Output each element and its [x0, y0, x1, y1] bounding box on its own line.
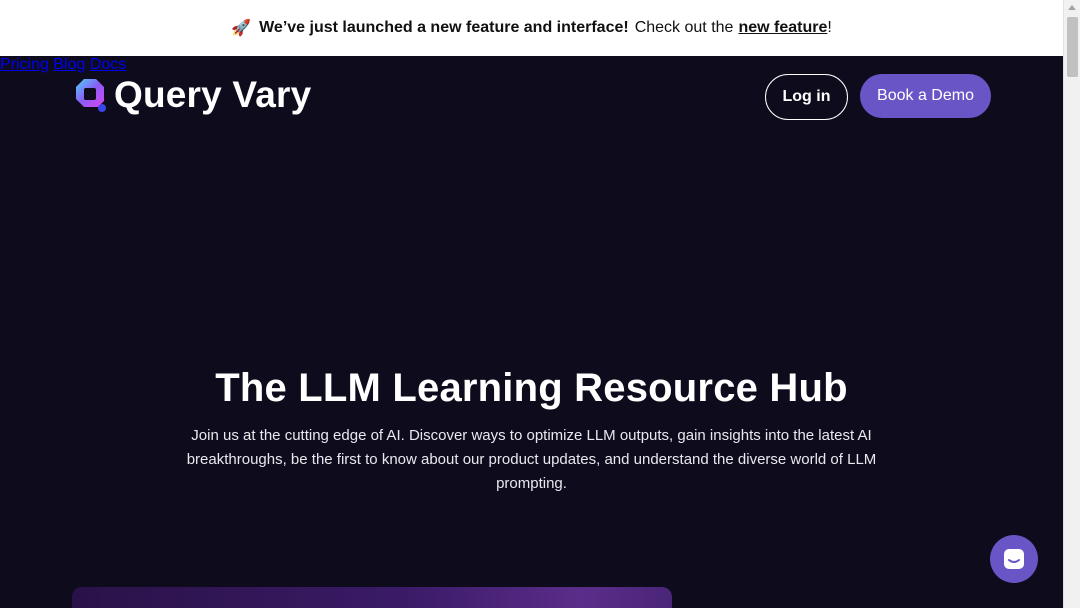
featured-card[interactable]: [72, 587, 672, 608]
brand-logo[interactable]: Query Vary: [72, 74, 311, 116]
main-nav: Pricing Blog Docs: [0, 56, 1063, 74]
chat-launcher-button[interactable]: [990, 535, 1038, 583]
main-page: Query Vary Pricing Blog Docs Log in Book…: [0, 56, 1063, 608]
nav-docs[interactable]: Docs: [90, 56, 126, 73]
nav-blog[interactable]: Blog: [53, 56, 85, 73]
banner-headline: We’ve just launched a new feature and in…: [259, 19, 629, 36]
scrollbar-thumb[interactable]: [1067, 17, 1078, 77]
book-demo-button[interactable]: Book a Demo: [860, 74, 991, 118]
banner-cta-prefix: Check out the: [634, 19, 734, 36]
page-title: The LLM Learning Resource Hub: [215, 366, 848, 410]
new-feature-link[interactable]: new feature: [738, 19, 827, 37]
announcement-banner: 🚀 We’ve just launched a new feature and …: [0, 0, 1063, 56]
rocket-icon: 🚀: [231, 20, 252, 37]
brand-name: Query Vary: [114, 74, 312, 115]
banner-cta-suffix: !: [827, 19, 832, 36]
page-scrollbar[interactable]: [1063, 0, 1080, 608]
scroll-up-icon[interactable]: [1068, 5, 1076, 10]
nav-pricing[interactable]: Pricing: [0, 56, 49, 73]
chat-bubble-icon: [1004, 549, 1024, 569]
query-vary-logo-icon: [76, 79, 106, 112]
hero-description: Join us at the cutting edge of AI. Disco…: [186, 427, 877, 492]
login-button[interactable]: Log in: [765, 74, 848, 120]
